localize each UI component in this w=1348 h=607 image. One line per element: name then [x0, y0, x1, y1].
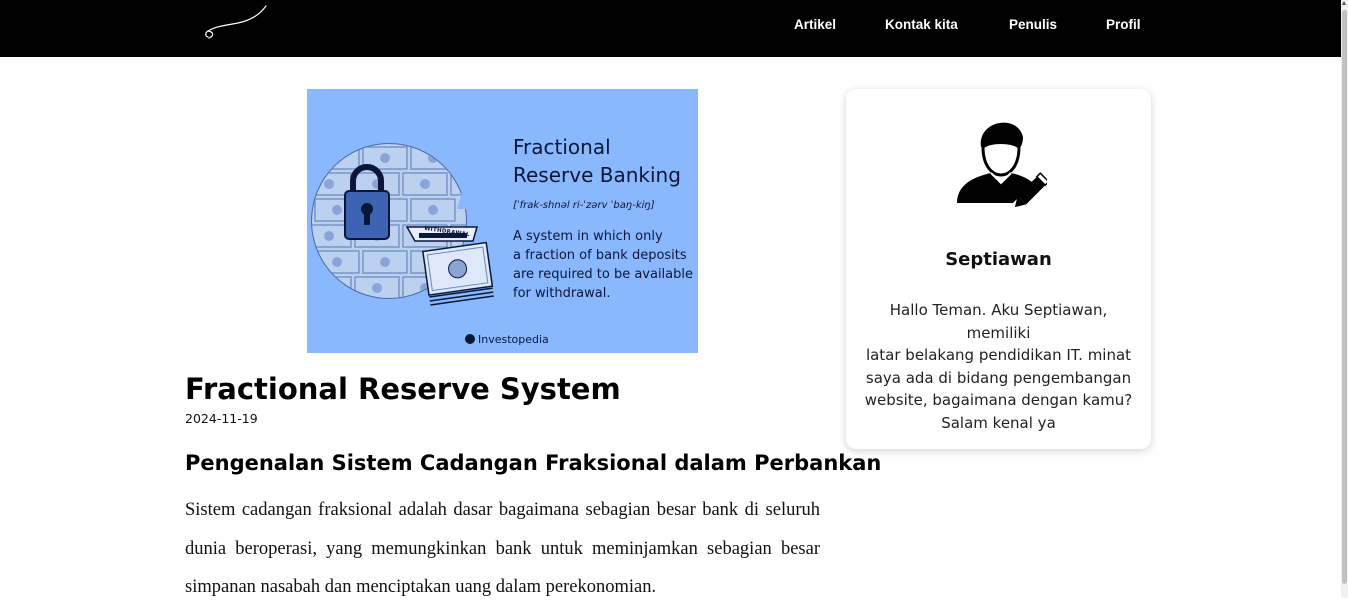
page-scrollbar[interactable] [1341, 0, 1348, 598]
nav-link-artikel[interactable]: Artikel [794, 17, 836, 32]
article-paragraph: Sistem cadangan fraksional adalah dasar … [185, 500, 820, 597]
hero-definition: A system in which only a fraction of ban… [513, 229, 694, 301]
navbar: Artikel Kontak kita Penulis Profil [0, 0, 1341, 57]
author-card: Septiawan Hallo Teman. Aku Septiawan, me… [846, 89, 1151, 449]
article-hero-image: Fractional Reserve Banking [ˈfrak-shnəl … [307, 89, 698, 353]
investopedia-logo-icon [465, 334, 475, 344]
vault-money-illustration [311, 143, 503, 306]
hero-title: Fractional Reserve Banking [513, 135, 681, 187]
scroll-thumb[interactable] [1342, 10, 1347, 584]
scroll-up-arrow-icon[interactable] [1342, 1, 1346, 5]
author-name: Septiawan [945, 249, 1052, 270]
user-edit-icon [957, 122, 1047, 207]
main-nav: Artikel Kontak kita Penulis Profil [0, 17, 1341, 37]
investopedia-logo: Investopedia [465, 333, 549, 346]
article-date: 2024-11-19 [185, 411, 258, 426]
article-title: Fractional Reserve System [185, 372, 621, 406]
nav-link-profil[interactable]: Profil [1106, 17, 1141, 32]
article-subtitle: Pengenalan Sistem Cadangan Fraksional da… [185, 451, 882, 475]
nav-link-kontak-kita[interactable]: Kontak kita [885, 17, 958, 32]
brand-name: Investopedia [478, 333, 549, 346]
author-bio: Hallo Teman. Aku Septiawan, memiliki lat… [864, 301, 1133, 432]
nav-link-penulis[interactable]: Penulis [1009, 17, 1057, 32]
hero-phonetic: [ˈfrak-shnəl ri-ˈzərv ˈbaŋ-kiŋ] [513, 200, 655, 211]
